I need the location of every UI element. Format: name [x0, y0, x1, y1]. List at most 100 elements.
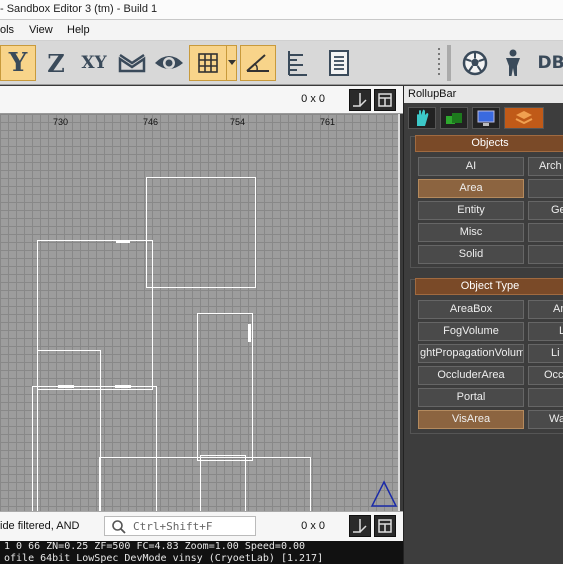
search-input[interactable]: Ctrl+Shift+F [104, 516, 256, 536]
console-output: 1 0 66 ZN=0.25 ZF=500 FC=4.83 Zoom=1.00 … [0, 541, 403, 564]
hand-icon [417, 109, 429, 126]
objects-header[interactable]: Objects [415, 135, 563, 152]
axis-xy-button[interactable]: XY [76, 45, 112, 81]
object-type-header[interactable]: Object Type [415, 278, 563, 295]
type-button-visarea[interactable]: VisArea [418, 410, 524, 429]
footer-maximize-button[interactable] [374, 515, 396, 537]
type-button-area-shape[interactable]: Ar [528, 300, 563, 319]
shape-handle[interactable] [115, 385, 131, 388]
axis-z-icon: Z [47, 48, 65, 78]
console-line: 1 0 66 ZN=0.25 ZF=500 FC=4.83 Zoom=1.00 … [4, 541, 306, 552]
grid-snap-button[interactable] [189, 45, 227, 81]
object-button-archetype[interactable]: Arch [528, 157, 563, 176]
search-placeholder: Ctrl+Shift+F [133, 520, 213, 533]
character-button[interactable] [498, 45, 528, 81]
notes-icon [329, 50, 349, 76]
viewport-footer: ide filtered, AND Ctrl+Shift+F 0 x 0 [0, 511, 403, 541]
type-button-unlabeled[interactable] [528, 388, 563, 407]
ruler-button[interactable] [281, 45, 313, 81]
grid-size-dropdown[interactable] [227, 45, 237, 81]
object-button-solid[interactable]: Solid [418, 245, 524, 264]
type-button-li[interactable]: Li [528, 344, 563, 363]
rollup-title: RollupBar [404, 86, 563, 103]
ruler-label: 761 [320, 117, 336, 127]
terrain-snap-icon [118, 53, 146, 73]
type-button-occluderarea[interactable]: OccluderArea [418, 366, 524, 385]
toolbar-separator [447, 45, 451, 81]
tab-terrain[interactable] [440, 107, 468, 129]
terrain-snap-button[interactable] [116, 45, 148, 81]
menu-tools[interactable]: ols [0, 24, 14, 36]
type-button-areabox[interactable]: AreaBox [418, 300, 524, 319]
sandbox-editor-window: - Sandbox Editor 3 (tm) - Build 1 ols Vi… [0, 0, 563, 564]
ruler-label: 730 [53, 117, 69, 127]
object-button-misc[interactable]: Misc [418, 223, 524, 242]
object-snap-button[interactable] [152, 45, 186, 81]
camera-triangle-icon [370, 480, 398, 507]
area-shape[interactable] [146, 177, 256, 288]
ruler-label: 754 [230, 117, 246, 127]
physics-button[interactable] [459, 45, 491, 81]
toolbar-grip[interactable] [436, 45, 442, 81]
type-button-fogvolume[interactable]: FogVolume [418, 322, 524, 341]
main-toolbar: Y Z XY DB [0, 41, 563, 85]
ruler-icon [288, 51, 307, 76]
tab-layers[interactable] [504, 107, 544, 129]
object-button-unlabeled[interactable] [528, 245, 563, 264]
footer-size-label: 0 x 0 [301, 520, 325, 532]
viewport-header: 0 x 0 [0, 86, 403, 114]
object-button-geom[interactable]: Ge [528, 201, 563, 220]
object-button-area[interactable]: Area [418, 179, 524, 198]
ruler-label: 746 [143, 117, 159, 127]
objects-panel: Objects AI Arch Area Entity Ge Misc Soli… [410, 135, 563, 268]
database-icon: DB [537, 53, 563, 73]
filter-status: ide filtered, AND [0, 520, 80, 532]
viewport-axis-button[interactable] [349, 89, 371, 111]
database-button[interactable]: DB [536, 45, 563, 81]
shape-handle[interactable] [248, 324, 251, 342]
window-title: - Sandbox Editor 3 (tm) - Build 1 [0, 3, 158, 15]
area-shape[interactable] [200, 455, 246, 511]
console-line: ofile 64bit LowSpec DevMode vinsy (Cryoe… [4, 553, 324, 564]
rollup-tabs [408, 107, 563, 129]
axis-gizmo-icon [353, 93, 367, 107]
shape-handle[interactable] [58, 385, 74, 388]
type-button-occ[interactable]: Occ [528, 366, 563, 385]
object-snap-icon [155, 56, 183, 69]
menu-bar: ols View Help [0, 20, 563, 41]
top-viewport[interactable]: 730 746 754 761 [0, 114, 400, 511]
type-button-l[interactable]: L [528, 322, 563, 341]
object-button-unlabeled[interactable] [528, 179, 563, 198]
layers-icon [515, 111, 533, 125]
object-button-unlabeled[interactable] [528, 223, 563, 242]
soccer-ball-icon [462, 50, 488, 76]
tab-objects[interactable] [408, 107, 436, 129]
angle-snap-button[interactable] [240, 45, 276, 81]
title-bar: - Sandbox Editor 3 (tm) - Build 1 [0, 0, 563, 20]
viewport-maximize-button[interactable] [374, 89, 396, 111]
notes-button[interactable] [323, 45, 355, 81]
axis-gizmo-icon [353, 519, 367, 533]
menu-help[interactable]: Help [67, 24, 90, 36]
axis-xy-icon: XY [81, 53, 107, 73]
shape-handle[interactable] [116, 240, 130, 243]
type-button-lightpropagationvolume[interactable]: ghtPropagationVolum [418, 344, 524, 363]
axis-y-icon: Y [8, 48, 28, 78]
tab-display[interactable] [472, 107, 500, 129]
angle-snap-icon [246, 54, 269, 72]
search-icon [112, 520, 126, 534]
type-button-portal[interactable]: Portal [418, 388, 524, 407]
object-button-entity[interactable]: Entity [418, 201, 524, 220]
menu-view[interactable]: View [29, 24, 53, 36]
viewport-size-label: 0 x 0 [301, 93, 325, 105]
monitor-icon [477, 110, 495, 126]
maximize-icon [378, 519, 392, 533]
grid-snap-icon [198, 53, 218, 73]
footer-axis-button[interactable] [349, 515, 371, 537]
axis-z-button[interactable]: Z [40, 45, 72, 81]
axis-y-button[interactable]: Y [0, 45, 36, 81]
type-button-wa[interactable]: Wa [528, 410, 563, 429]
chevron-down-icon [227, 60, 236, 65]
object-button-ai[interactable]: AI [418, 157, 524, 176]
area-shape[interactable] [197, 313, 253, 461]
